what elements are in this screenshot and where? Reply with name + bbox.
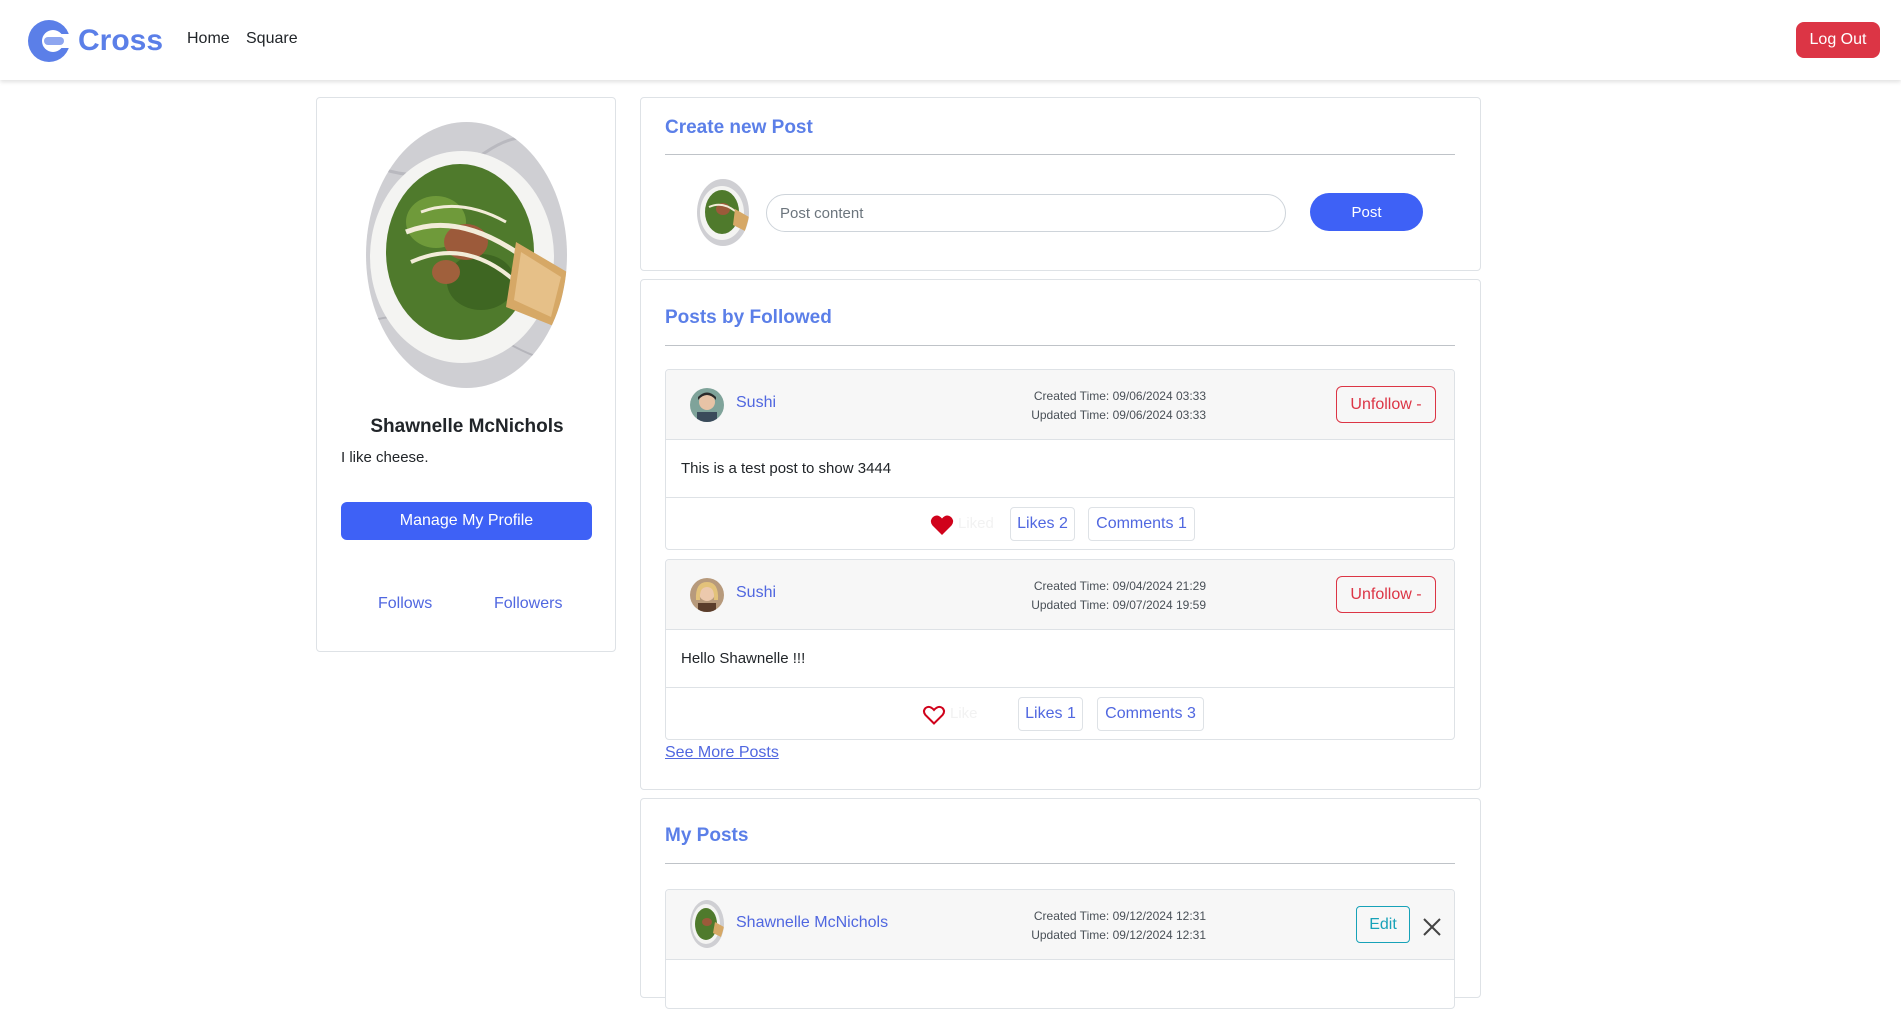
updated-time: Updated Time: 09/07/2024 19:59 (1031, 598, 1206, 612)
comments-button[interactable]: Comments 1 (1088, 507, 1195, 541)
like-label: Liked (958, 515, 994, 532)
salad-photo (366, 122, 567, 388)
created-time: Created Time: 09/04/2024 21:29 (1033, 579, 1206, 593)
post-header: Sushi Created Time: 09/06/2024 03:33 Upd… (666, 370, 1454, 440)
created-time: Created Time: 09/06/2024 03:33 (1033, 389, 1206, 403)
close-icon[interactable] (1421, 916, 1443, 938)
likes-button[interactable]: Likes 1 (1018, 697, 1083, 731)
heart-filled-icon[interactable] (930, 514, 954, 536)
my-avatar (697, 179, 749, 246)
author-avatar[interactable] (690, 900, 724, 948)
author-avatar[interactable] (690, 388, 724, 422)
nav-home-link[interactable]: Home (187, 30, 230, 48)
create-post-title: Create new Post (665, 117, 813, 138)
manage-profile-button[interactable]: Manage My Profile (341, 502, 592, 540)
logout-button[interactable]: Log Out (1796, 22, 1880, 58)
post-card: Sushi Created Time: 09/06/2024 03:33 Upd… (665, 369, 1455, 550)
post-content: Hello Shawnelle !!! (681, 650, 806, 667)
brand-name: Cross (78, 24, 164, 57)
post-author-link[interactable]: Sushi (736, 584, 776, 602)
comments-button[interactable]: Comments 3 (1097, 697, 1204, 731)
post-content: This is a test post to show 3444 (681, 460, 892, 477)
post-header: Shawnelle McNichols Created Time: 09/12/… (666, 890, 1454, 960)
post-button[interactable]: Post (1310, 193, 1423, 231)
divider (665, 345, 1455, 346)
post-header: Sushi Created Time: 09/04/2024 21:29 Upd… (666, 560, 1454, 630)
like-label: Like (950, 705, 978, 722)
post-card: Shawnelle McNichols Created Time: 09/12/… (665, 889, 1455, 1009)
post-author-link[interactable]: Shawnelle McNichols (736, 914, 888, 932)
profile-name: Shawnelle McNichols (370, 416, 564, 437)
navbar: Cross Home Square Log Out (0, 0, 1901, 80)
nav-square-link[interactable]: Square (246, 30, 298, 48)
profile-bio: I like cheese. (341, 449, 429, 466)
unfollow-button[interactable]: Unfollow - (1336, 576, 1436, 613)
post-footer: Liked Likes 2 Comments 1 (666, 497, 1454, 549)
created-time: Created Time: 09/12/2024 12:31 (1033, 909, 1206, 923)
follows-link[interactable]: Follows (378, 595, 432, 613)
profile-card: Shawnelle McNichols I like cheese. Manag… (316, 97, 616, 652)
post-footer: Like Likes 1 Comments 3 (666, 687, 1454, 739)
author-avatar[interactable] (690, 578, 724, 612)
profile-avatar (366, 122, 567, 388)
my-posts-card: My Posts Shawnelle McNichols Created Tim… (640, 798, 1481, 1009)
posts-by-followed-title: Posts by Followed (665, 307, 832, 328)
edit-post-button[interactable]: Edit (1356, 906, 1410, 943)
divider (665, 154, 1455, 155)
updated-time: Updated Time: 09/06/2024 03:33 (1031, 408, 1206, 422)
create-post-card: Create new Post Post (640, 97, 1481, 271)
see-more-posts-link[interactable]: See More Posts (665, 744, 779, 762)
heart-outline-icon[interactable] (922, 704, 946, 726)
updated-time: Updated Time: 09/12/2024 12:31 (1031, 928, 1206, 942)
post-content-input[interactable] (766, 194, 1286, 232)
posts-by-followed-card: Posts by Followed Sushi Created Time: 09… (640, 279, 1481, 790)
unfollow-button[interactable]: Unfollow - (1336, 386, 1436, 423)
followers-link[interactable]: Followers (494, 595, 562, 613)
post-card: Sushi Created Time: 09/04/2024 21:29 Upd… (665, 559, 1455, 740)
brand-logo[interactable]: Cross (26, 18, 163, 64)
post-author-link[interactable]: Sushi (736, 394, 776, 412)
post-times: Created Time: 09/06/2024 03:33 Updated T… (996, 387, 1206, 425)
my-posts-title: My Posts (665, 825, 749, 846)
likes-button[interactable]: Likes 2 (1010, 507, 1075, 541)
cross-logo-icon (28, 20, 72, 62)
post-times: Created Time: 09/12/2024 12:31 Updated T… (996, 907, 1206, 945)
post-times: Created Time: 09/04/2024 21:29 Updated T… (996, 577, 1206, 615)
divider (665, 863, 1455, 864)
